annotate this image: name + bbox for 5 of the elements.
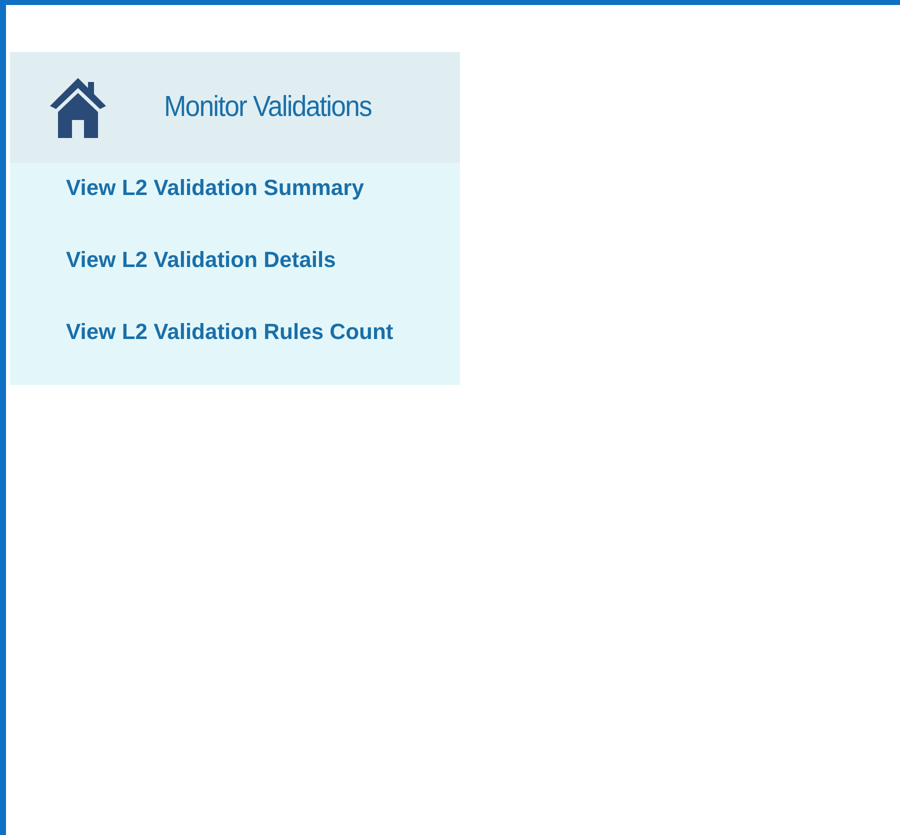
home-icon bbox=[48, 76, 108, 140]
menu-title: Monitor Validations bbox=[164, 91, 372, 124]
menu-link[interactable]: View L2 Validation Summary bbox=[10, 163, 460, 235]
menu-link[interactable]: View L2 Validation Rules Count bbox=[10, 307, 460, 379]
menu-link[interactable]: View L2 Validation Details bbox=[10, 235, 460, 307]
